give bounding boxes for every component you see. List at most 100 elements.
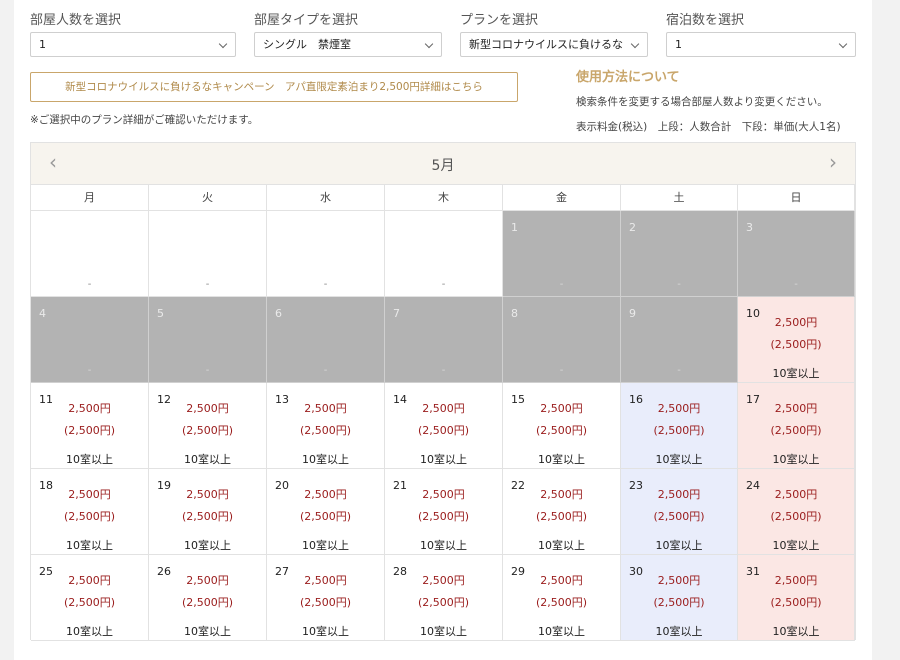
calendar-day-cell[interactable]: 14 2,500円 (2,500円) 10室以上 (385, 383, 503, 469)
unit-price: (2,500円) (299, 596, 352, 609)
unit-price: (2,500円) (653, 510, 705, 523)
weekday-label: 火 (149, 185, 267, 211)
day-number: 6 (275, 307, 282, 320)
calendar-grid: - - - -1-2-3-4-5-6-7-8-9-10 2,500円 (2,500円) 10… (31, 211, 855, 641)
availability-label: 10室以上 (538, 539, 585, 552)
calendar-day-cell: 8- (503, 297, 621, 383)
availability-label: 10室以上 (772, 625, 820, 638)
unit-price: (2,500円) (770, 338, 822, 351)
weekday-label: 水 (267, 185, 385, 211)
availability-label: 10室以上 (420, 453, 467, 466)
total-price: 2,500円 (304, 488, 347, 501)
unavailable-mark: - (87, 365, 92, 376)
plan-filter: プランを選択 新型コロナウイルスに負けるな (460, 12, 648, 57)
calendar-day-cell: 7- (385, 297, 503, 383)
unit-price: (2,500円) (417, 510, 470, 523)
chevron-down-icon (838, 39, 848, 49)
total-price: 2,500円 (422, 574, 465, 587)
total-price: 2,500円 (774, 574, 818, 587)
plan-value: 新型コロナウイルスに負けるな (469, 38, 623, 51)
unit-price: (2,500円) (417, 424, 470, 437)
weekday-label: 木 (385, 185, 503, 211)
day-number: 8 (511, 307, 518, 320)
weekday-label: 金 (503, 185, 621, 211)
calendar-day-cell[interactable]: 23 2,500円 (2,500円) 10室以上 (621, 469, 738, 555)
calendar-day-cell: - (149, 211, 267, 297)
availability-label: 10室以上 (66, 453, 113, 466)
search-filters: 部屋人数を選択 1 部屋タイプを選択 シングル 禁煙室 プランを選択 新型コロナ… (30, 12, 856, 58)
unit-price: (2,500円) (770, 424, 822, 437)
calendar-day-cell[interactable]: 26 2,500円 (2,500円) 10室以上 (149, 555, 267, 641)
availability-label: 10室以上 (772, 453, 820, 466)
howto-text: 検索条件を変更する場合部屋人数より変更ください。 (576, 96, 828, 108)
total-price: 2,500円 (540, 402, 583, 415)
day-number: 5 (157, 307, 164, 320)
availability-label: 10室以上 (538, 625, 585, 638)
calendar-day-cell[interactable]: 16 2,500円 (2,500円) 10室以上 (621, 383, 738, 469)
plan-select[interactable]: 新型コロナウイルスに負けるな (460, 32, 648, 57)
calendar-day-cell[interactable]: 20 2,500円 (2,500円) 10室以上 (267, 469, 385, 555)
total-price: 2,500円 (540, 574, 583, 587)
calendar-day-cell[interactable]: 25 2,500円 (2,500円) 10室以上 (31, 555, 149, 641)
unit-price: (2,500円) (63, 510, 116, 523)
calendar-day-cell[interactable]: 28 2,500円 (2,500円) 10室以上 (385, 555, 503, 641)
total-price: 2,500円 (68, 402, 111, 415)
total-price: 2,500円 (657, 488, 701, 501)
total-price: 2,500円 (186, 574, 229, 587)
calendar-day-cell[interactable]: 11 2,500円 (2,500円) 10室以上 (31, 383, 149, 469)
calendar-day-cell[interactable]: 29 2,500円 (2,500円) 10室以上 (503, 555, 621, 641)
availability-label: 10室以上 (420, 539, 467, 552)
calendar-day-cell: 4- (31, 297, 149, 383)
room-type-label: 部屋タイプを選択 (254, 13, 359, 28)
unavailable-mark: - (794, 279, 798, 290)
calendar-day-cell[interactable]: 17 2,500円 (2,500円) 10室以上 (738, 383, 855, 469)
calendar-day-cell[interactable]: 27 2,500円 (2,500円) 10室以上 (267, 555, 385, 641)
calendar-day-cell[interactable]: 24 2,500円 (2,500円) 10室以上 (738, 469, 855, 555)
room-count-select[interactable]: 1 (30, 32, 236, 57)
calendar-day-cell[interactable]: 15 2,500円 (2,500円) 10室以上 (503, 383, 621, 469)
howto-title[interactable]: 使用方法について (576, 66, 680, 85)
calendar-day-cell[interactable]: 19 2,500円 (2,500円) 10室以上 (149, 469, 267, 555)
unit-price: (2,500円) (181, 424, 234, 437)
calendar-day-cell[interactable]: 21 2,500円 (2,500円) 10室以上 (385, 469, 503, 555)
unit-price: (2,500円) (653, 424, 705, 437)
unit-price: (2,500円) (299, 510, 352, 523)
calendar-day-cell[interactable]: 22 2,500円 (2,500円) 10室以上 (503, 469, 621, 555)
room-type-select[interactable]: シングル 禁煙室 (254, 32, 442, 57)
unavailable-mark: - (677, 365, 681, 376)
chevron-down-icon (424, 39, 434, 49)
weekday-header: 月火水木金土日 (31, 185, 855, 211)
calendar-day-cell[interactable]: 10 2,500円 (2,500円) 10室以上 (738, 297, 855, 383)
unit-price: (2,500円) (417, 596, 470, 609)
total-price: 2,500円 (540, 488, 583, 501)
calendar-day-cell: - (267, 211, 385, 297)
unavailable-mark: - (441, 279, 446, 290)
campaign-details-button[interactable]: 新型コロナウイルスに負けるなキャンペーン アパ直限定素泊まり2,500円詳細はこ… (30, 72, 518, 102)
calendar-day-cell[interactable]: 12 2,500円 (2,500円) 10室以上 (149, 383, 267, 469)
day-number: 7 (393, 307, 400, 320)
calendar-day-cell: 5- (149, 297, 267, 383)
availability-label: 10室以上 (420, 625, 467, 638)
day-number: 1 (511, 221, 518, 234)
availability-label: 10室以上 (772, 367, 820, 380)
calendar-day-cell[interactable]: 31 2,500円 (2,500円) 10室以上 (738, 555, 855, 641)
calendar-day-cell: 3- (738, 211, 855, 297)
calendar-day-cell[interactable]: 18 2,500円 (2,500円) 10室以上 (31, 469, 149, 555)
day-number: 2 (629, 221, 636, 234)
unit-price: (2,500円) (653, 596, 705, 609)
next-month-button[interactable]: › (829, 151, 837, 173)
day-number: 4 (39, 307, 46, 320)
price-legend: 表示料金(税込) 上段：人数合計 下段：単価(大人1名) (576, 121, 841, 133)
day-number: 9 (629, 307, 636, 320)
total-price: 2,500円 (774, 402, 818, 415)
calendar-day-cell[interactable]: 30 2,500円 (2,500円) 10室以上 (621, 555, 738, 641)
room-count-label: 部屋人数を選択 (30, 13, 122, 28)
nights-select[interactable]: 1 (666, 32, 856, 57)
chevron-down-icon (218, 39, 228, 49)
unit-price: (2,500円) (63, 596, 116, 609)
availability-label: 10室以上 (184, 453, 231, 466)
unavailable-mark: - (323, 279, 328, 290)
availability-label: 10室以上 (655, 453, 703, 466)
calendar-day-cell[interactable]: 13 2,500円 (2,500円) 10室以上 (267, 383, 385, 469)
total-price: 2,500円 (657, 574, 701, 587)
